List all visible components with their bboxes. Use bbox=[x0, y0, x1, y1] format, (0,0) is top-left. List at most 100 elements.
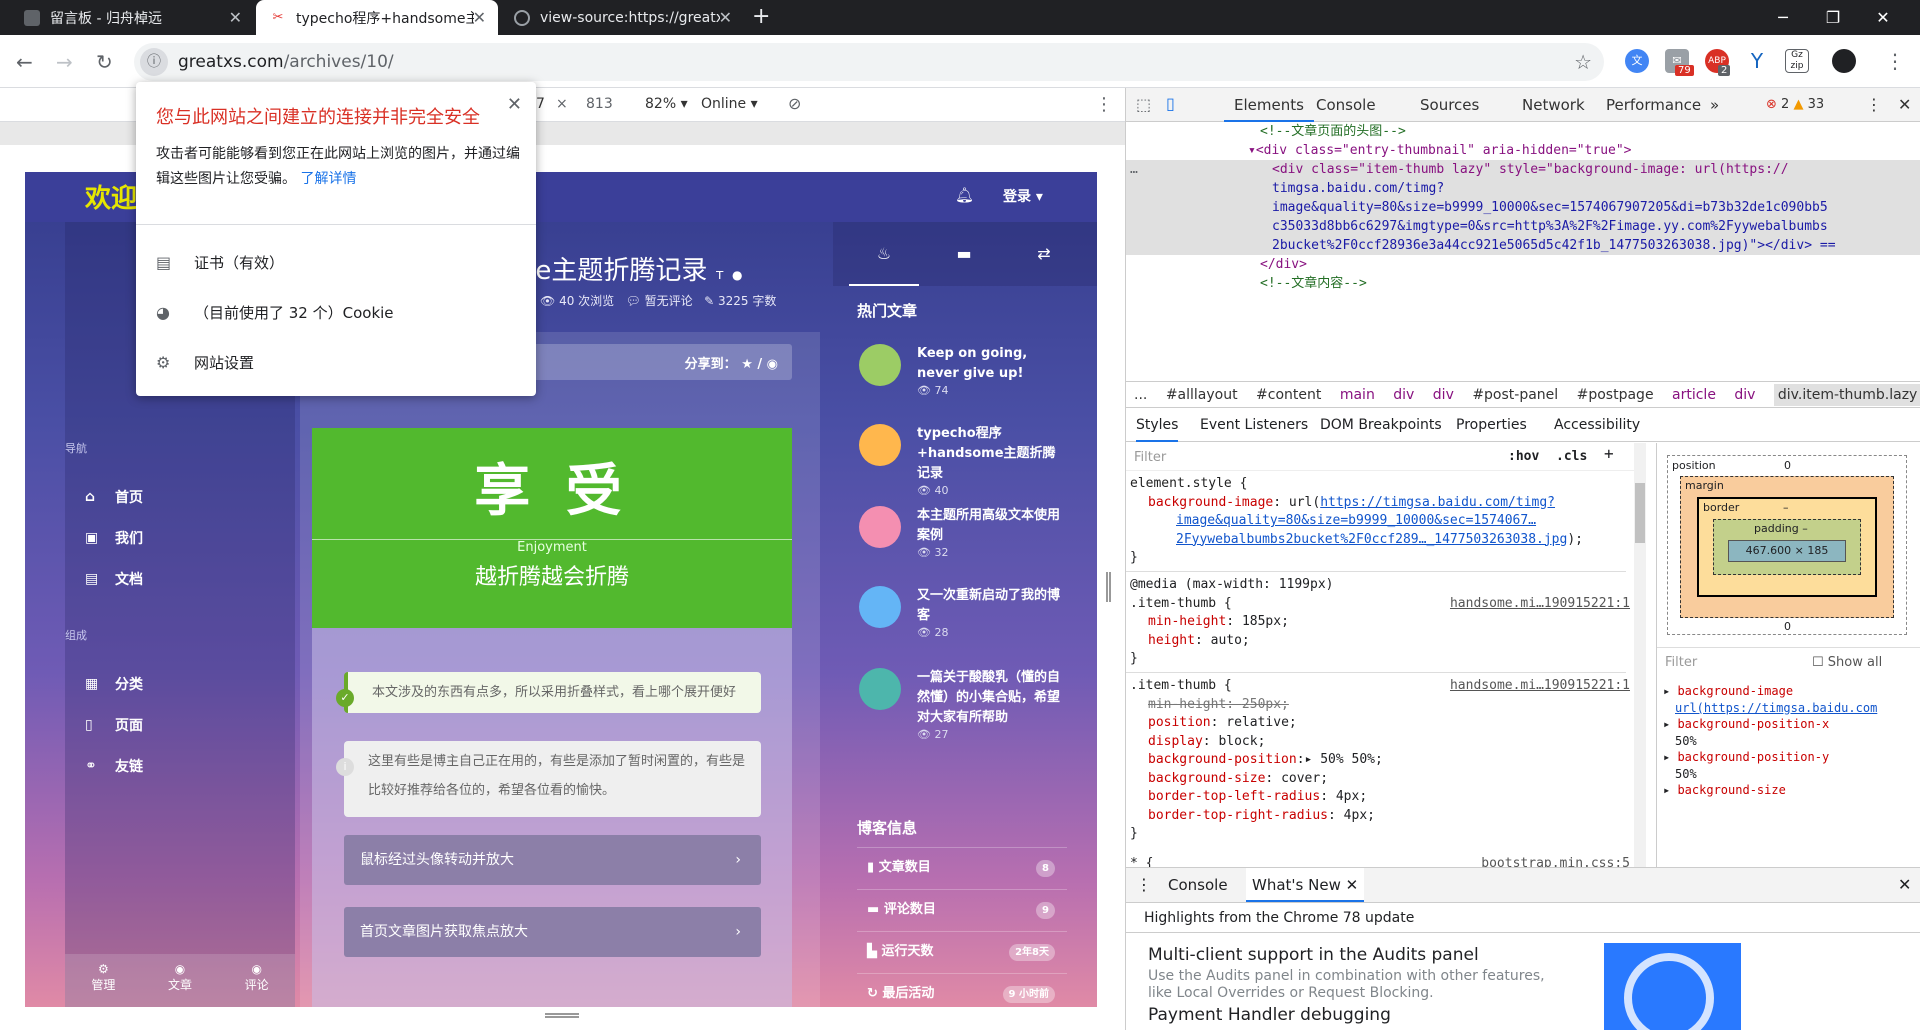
bookmark-star-icon[interactable]: ☆ bbox=[1574, 50, 1592, 74]
inspect-icon[interactable]: ⬚ bbox=[1136, 95, 1151, 114]
device-toggle-icon[interactable]: ▯ bbox=[1166, 94, 1175, 113]
html-comment[interactable]: <!--文章页面的头图--> bbox=[1260, 122, 1406, 141]
nav-pages[interactable]: ▯ 页面 bbox=[65, 704, 295, 745]
crumb-item[interactable]: #postpage bbox=[1577, 387, 1654, 403]
crumb-item[interactable]: #alllayout bbox=[1166, 387, 1238, 403]
feature-thumbnail[interactable] bbox=[1604, 943, 1741, 1030]
show-all-checkbox[interactable]: ☐ Show all bbox=[1812, 655, 1882, 670]
rss-comments-button[interactable]: ◉ 评论 bbox=[218, 954, 295, 1007]
throttle-select[interactable]: Online ▾ bbox=[701, 96, 758, 112]
html-node[interactable]: </div> bbox=[1260, 255, 1307, 274]
close-tab-icon[interactable]: ✕ bbox=[719, 8, 732, 27]
new-tab-button[interactable]: + bbox=[752, 4, 770, 29]
tab-styles[interactable]: Styles bbox=[1136, 408, 1179, 442]
drawer-tab-whats-new[interactable]: What's New ✕ bbox=[1246, 868, 1365, 902]
nav-home[interactable]: ⌂ 首页 bbox=[65, 476, 295, 517]
comment-icon[interactable]: ▬ bbox=[929, 222, 999, 286]
tab-elements[interactable]: Elements bbox=[1224, 88, 1314, 122]
computed-prop[interactable]: ▸ background-size bbox=[1663, 782, 1908, 799]
font-size-icon[interactable]: ᴛ bbox=[716, 267, 724, 283]
info-icon[interactable]: ⓘ bbox=[140, 48, 168, 76]
computed-prop[interactable]: ▸ background-image bbox=[1663, 683, 1908, 700]
gzip-icon[interactable]: Gz zip bbox=[1785, 49, 1809, 73]
crumb-item[interactable]: main bbox=[1340, 387, 1375, 403]
drawer-menu-icon[interactable]: ⋮ bbox=[1136, 868, 1152, 902]
hot-post[interactable]: typecho程序+handsome主题折腾记录 👁︎ 40 bbox=[833, 424, 1083, 504]
nav-links[interactable]: ⚭ 友链 bbox=[65, 745, 295, 786]
collapse-panel[interactable]: 首页文章图片获取焦点放大 › bbox=[344, 907, 761, 957]
site-logo[interactable]: 欢迎 bbox=[85, 178, 137, 215]
crumb-item[interactable]: ... bbox=[1134, 387, 1147, 403]
forward-icon[interactable]: → bbox=[56, 50, 73, 74]
html-node[interactable]: ▾<div class="entry-thumbnail" aria-hidde… bbox=[1248, 141, 1632, 160]
hot-post[interactable]: Keep on going, never give up! 👁︎ 74 bbox=[833, 344, 1083, 424]
nav-docs[interactable]: ▤ 文档 bbox=[65, 558, 295, 599]
close-icon[interactable]: ✕ bbox=[1898, 88, 1911, 122]
shuffle-icon[interactable]: ⇄ bbox=[1009, 222, 1079, 286]
crumb-item[interactable]: div bbox=[1734, 387, 1755, 403]
height-input[interactable]: 813 bbox=[586, 96, 613, 112]
styles-filter-input[interactable]: Filter bbox=[1134, 449, 1166, 468]
hov-toggle[interactable]: :hov bbox=[1508, 448, 1539, 467]
cookies-row[interactable]: ◕ （目前使用了 32 个）Cookie bbox=[156, 302, 394, 323]
devtools-menu-icon[interactable]: ⋮ bbox=[1866, 88, 1882, 122]
crumb-item-selected[interactable]: div.item-thumb.lazy bbox=[1773, 384, 1920, 406]
html-comment[interactable]: <!--文章内容--> bbox=[1260, 274, 1367, 293]
browser-tab[interactable]: view-source:https://greatxs.co ✕ bbox=[500, 0, 744, 35]
fire-icon[interactable]: ♨ bbox=[849, 222, 919, 286]
translate-icon[interactable]: 文 bbox=[1625, 49, 1649, 73]
crumb-item[interactable]: div bbox=[1433, 387, 1454, 403]
close-tab-icon[interactable]: ✕ bbox=[229, 8, 242, 27]
add-rule-icon[interactable]: + bbox=[1604, 444, 1614, 464]
drawer-tab-console[interactable]: Console bbox=[1168, 868, 1228, 902]
resize-handle-bottom[interactable] bbox=[545, 1013, 579, 1018]
more-tabs-button[interactable]: » bbox=[1710, 88, 1719, 122]
computed-prop[interactable]: ▸ background-position-x bbox=[1663, 716, 1908, 733]
nav-about[interactable]: ▣ 我们 bbox=[65, 517, 295, 558]
crumb-item[interactable]: #content bbox=[1256, 387, 1321, 403]
restore-button[interactable]: ❐ bbox=[1810, 0, 1856, 35]
url-text[interactable]: greatxs.com/archives/10/ bbox=[178, 52, 394, 72]
computed-prop[interactable]: ▸ background-position-y bbox=[1663, 749, 1908, 766]
cls-toggle[interactable]: .cls bbox=[1556, 448, 1587, 467]
computed-filter-input[interactable]: Filter bbox=[1665, 655, 1697, 670]
eye-icon[interactable]: ● bbox=[732, 268, 742, 282]
avatar[interactable] bbox=[1832, 49, 1856, 73]
tab-network[interactable]: Network bbox=[1522, 88, 1585, 122]
feature-title[interactable]: Payment Handler debugging bbox=[1148, 1005, 1391, 1025]
tab-sources[interactable]: Sources bbox=[1420, 88, 1479, 122]
tab-accessibility[interactable]: Accessibility bbox=[1554, 408, 1640, 442]
browser-tab[interactable]: 留言板 - 归舟棹远 ✕ bbox=[10, 0, 254, 35]
selected-node[interactable]: <div class="item-thumb lazy" style="back… bbox=[1272, 160, 1789, 179]
tab-performance[interactable]: Performance bbox=[1606, 88, 1701, 122]
hot-post[interactable]: 本主题所用高级文本使用案例 👁︎ 32 bbox=[833, 506, 1083, 586]
minimize-button[interactable]: ─ bbox=[1760, 0, 1806, 35]
scrollbar-thumb[interactable] bbox=[1635, 483, 1645, 543]
more-options-icon[interactable]: ⋮ bbox=[1095, 94, 1113, 115]
learn-more-link[interactable]: 了解详情 bbox=[300, 171, 356, 187]
tab-console[interactable]: Console bbox=[1316, 88, 1376, 122]
tab-event-listeners[interactable]: Event Listeners bbox=[1200, 408, 1308, 442]
crumb-item[interactable]: article bbox=[1672, 387, 1716, 403]
zoom-select[interactable]: 82% ▾ bbox=[645, 96, 688, 112]
back-icon[interactable]: ← bbox=[16, 50, 33, 74]
collapse-panel[interactable]: 鼠标经过头像转动并放大 › bbox=[344, 835, 761, 885]
close-icon[interactable]: ✕ bbox=[507, 94, 522, 115]
crumb-item[interactable]: #post-panel bbox=[1472, 387, 1558, 403]
certificate-row[interactable]: ▤ 证书（有效） bbox=[156, 252, 284, 273]
hot-post[interactable]: 又一次重新启动了我的博客 👁︎ 28 bbox=[833, 586, 1083, 666]
nav-category[interactable]: ▦ 分类 bbox=[65, 663, 295, 704]
tab-dom-breakpoints[interactable]: DOM Breakpoints bbox=[1320, 408, 1442, 442]
rotate-icon[interactable]: ⊘ bbox=[788, 94, 801, 113]
manage-button[interactable]: ⚙ 管理 bbox=[65, 954, 142, 1007]
hot-post[interactable]: 一篇关于酸酸乳（懂的自然懂）的小集合贴，希望对大家有所帮助 👁︎ 27 bbox=[833, 668, 1083, 748]
menu-dots-icon[interactable]: ⋮ bbox=[1885, 49, 1905, 73]
resize-handle-right[interactable] bbox=[1106, 572, 1111, 602]
feature-title[interactable]: Multi-client support in the Audits panel bbox=[1148, 945, 1479, 965]
rss-posts-button[interactable]: ◉ 文章 bbox=[142, 954, 219, 1007]
scrollbar[interactable] bbox=[1634, 443, 1646, 867]
site-settings-row[interactable]: ⚙ 网站设置 bbox=[156, 352, 254, 373]
crumb-item[interactable]: div bbox=[1393, 387, 1414, 403]
reload-icon[interactable]: ↻ bbox=[96, 50, 113, 74]
omnibox[interactable]: ⓘ greatxs.com/archives/10/ ☆ bbox=[134, 43, 1604, 81]
